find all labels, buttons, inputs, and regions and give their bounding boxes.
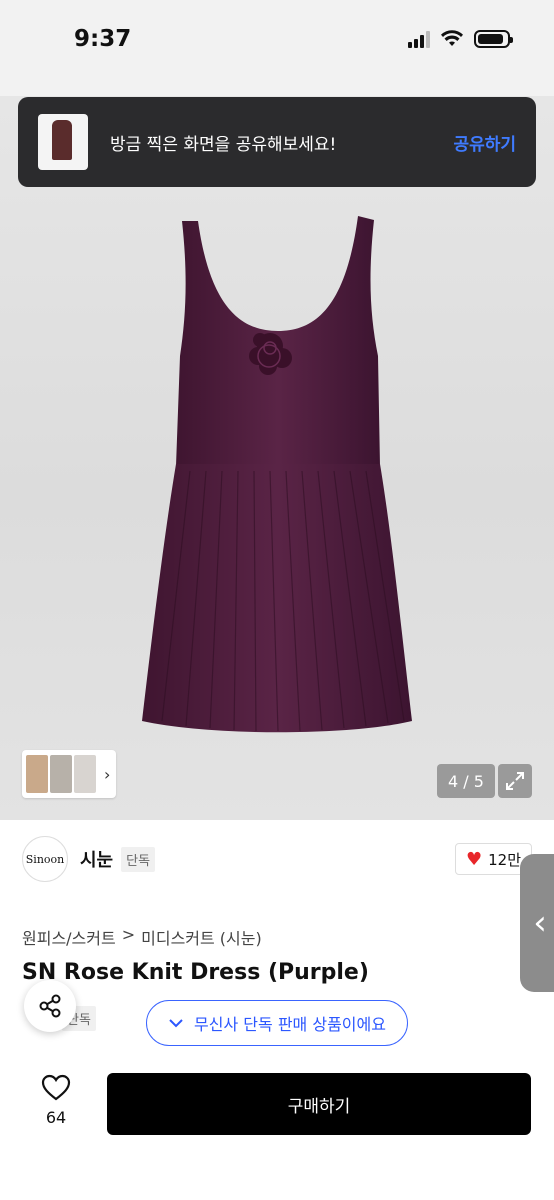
share-toast: 방금 찍은 화면을 공유해보세요! 공유하기 <box>18 97 536 187</box>
wishlist-count: 64 <box>45 1108 67 1127</box>
expand-icon[interactable] <box>498 764 532 798</box>
product-image-gallery[interactable] <box>0 96 554 820</box>
buy-button[interactable]: 구매하기 <box>107 1073 531 1135</box>
image-counter: 4 / 5 <box>437 764 495 798</box>
battery-icon <box>474 30 513 48</box>
thumbnail-1[interactable] <box>26 755 48 793</box>
like-count: 12만 <box>488 850 521 869</box>
chevron-right-icon[interactable]: › <box>104 765 110 784</box>
status-bar: 9:37 <box>0 0 554 96</box>
product-image <box>142 216 412 733</box>
share-toast-message: 방금 찍은 화면을 공유해보세요! <box>110 134 337 155</box>
share-icon <box>39 994 61 1018</box>
thumbnail-2[interactable] <box>50 755 72 793</box>
exclusive-badge: 단독 <box>121 846 156 872</box>
chevron-left-icon: ‹ <box>533 903 547 943</box>
chevron-down-icon <box>169 1019 183 1028</box>
wishlist-button[interactable]: 64 <box>30 1074 82 1127</box>
signal-icon <box>408 30 430 48</box>
breadcrumb-subcategory[interactable]: 미디스커트 (시눈) <box>141 925 262 949</box>
thumbnail-strip[interactable]: › <box>22 750 116 798</box>
exclusive-notice-text: 무신사 단독 판매 상품이에요 <box>194 1015 386 1034</box>
breadcrumb-category[interactable]: 원피스/스커트 <box>22 925 116 949</box>
share-button[interactable] <box>24 980 76 1032</box>
heart-filled-icon: ♥ <box>465 848 483 870</box>
brand-name[interactable]: 시눈 <box>80 846 113 872</box>
status-icons <box>408 30 513 48</box>
thumbnail-3[interactable] <box>74 755 96 793</box>
brand-row: Sinoon 시눈 단독 ♥ 12만 <box>22 834 532 884</box>
exclusive-notice[interactable]: 무신사 단독 판매 상품이에요 <box>146 1000 408 1046</box>
status-time: 9:37 <box>74 26 132 52</box>
brand-logo[interactable]: Sinoon <box>22 836 68 882</box>
chevron-right-icon: > <box>121 925 136 944</box>
wifi-icon <box>441 30 463 46</box>
share-toast-button[interactable]: 공유하기 <box>453 130 516 155</box>
product-title: SN Rose Knit Dress (Purple) <box>22 960 369 985</box>
screenshot-thumbnail <box>38 114 88 170</box>
breadcrumb: 원피스/스커트 > 미디스커트 (시눈) <box>22 925 262 949</box>
heart-outline-icon <box>41 1074 71 1101</box>
side-panel-handle[interactable]: ‹ <box>520 854 554 992</box>
